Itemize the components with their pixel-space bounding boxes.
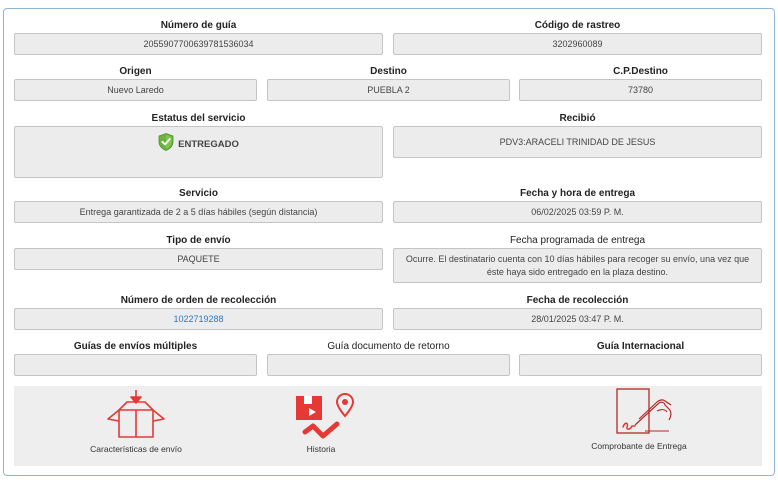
guia-retorno-field	[267, 354, 510, 376]
caracteristicas-button[interactable]: Características de envío	[76, 388, 196, 454]
origen-field: Nuevo Laredo	[14, 79, 257, 101]
guia-internacional-field	[519, 354, 762, 376]
fecha-programada-field: Ocurre. El destinatario cuenta con 10 dí…	[393, 248, 762, 283]
fecha-entrega-label: Fecha y hora de entrega	[519, 188, 636, 199]
guia-internacional-label: Guía Internacional	[596, 341, 685, 352]
estatus-value: ENTREGADO	[178, 138, 239, 150]
comprobante-button[interactable]: Comprobante de Entrega	[574, 387, 704, 451]
historia-label: Historia	[306, 444, 336, 454]
historia-button[interactable]: Historia	[276, 390, 366, 454]
guia-retorno-label: Guía documento de retorno	[327, 341, 450, 352]
signature-document-icon	[574, 387, 704, 439]
orden-recoleccion-field: 1022719288	[14, 308, 383, 330]
destino-field: PUEBLA 2	[267, 79, 510, 101]
rastreo-label: Código de rastreo	[534, 20, 621, 31]
destino-label: Destino	[370, 66, 407, 77]
origen-label: Origen	[119, 66, 152, 77]
rastreo-field: 3202960089	[393, 33, 762, 55]
fecha-entrega-field: 06/02/2025 03:59 P. M.	[393, 201, 762, 223]
caracteristicas-label: Características de envío	[90, 444, 182, 454]
estatus-label: Estatus del servicio	[151, 113, 246, 124]
orden-recoleccion-link[interactable]: 1022719288	[173, 313, 223, 326]
open-box-icon	[76, 388, 196, 442]
fecha-recoleccion-field: 28/01/2025 03:47 P. M.	[393, 308, 762, 330]
orden-recoleccion-label: Número de orden de recolección	[120, 295, 277, 306]
estatus-field: ENTREGADO	[14, 126, 383, 178]
tipo-envio-label: Tipo de envío	[166, 235, 231, 246]
shield-check-icon	[158, 133, 174, 155]
guias-multiples-field	[14, 354, 257, 376]
guias-multiples-label: Guías de envíos múltiples	[73, 341, 198, 352]
fecha-recoleccion-label: Fecha de recolección	[526, 295, 629, 306]
cp-destino-label: C.P.Destino	[613, 66, 668, 77]
cp-destino-field: 73780	[519, 79, 762, 101]
servicio-field: Entrega garantizada de 2 a 5 días hábile…	[14, 201, 383, 223]
comprobante-label: Comprobante de Entrega	[591, 441, 687, 451]
recibio-label: Recibió	[559, 113, 596, 124]
actions-bar: Características de envío Historia Compro…	[14, 386, 762, 466]
guia-label: Número de guía	[160, 20, 237, 31]
recibio-field: PDV3:ARACELI TRINIDAD DE JESUS	[393, 126, 762, 158]
route-history-icon	[276, 390, 366, 442]
fecha-programada-label: Fecha programada de entrega	[509, 235, 646, 246]
servicio-label: Servicio	[179, 188, 218, 199]
tipo-envio-field: PAQUETE	[14, 248, 383, 270]
guia-field: 2055907700639781536034	[14, 33, 383, 55]
